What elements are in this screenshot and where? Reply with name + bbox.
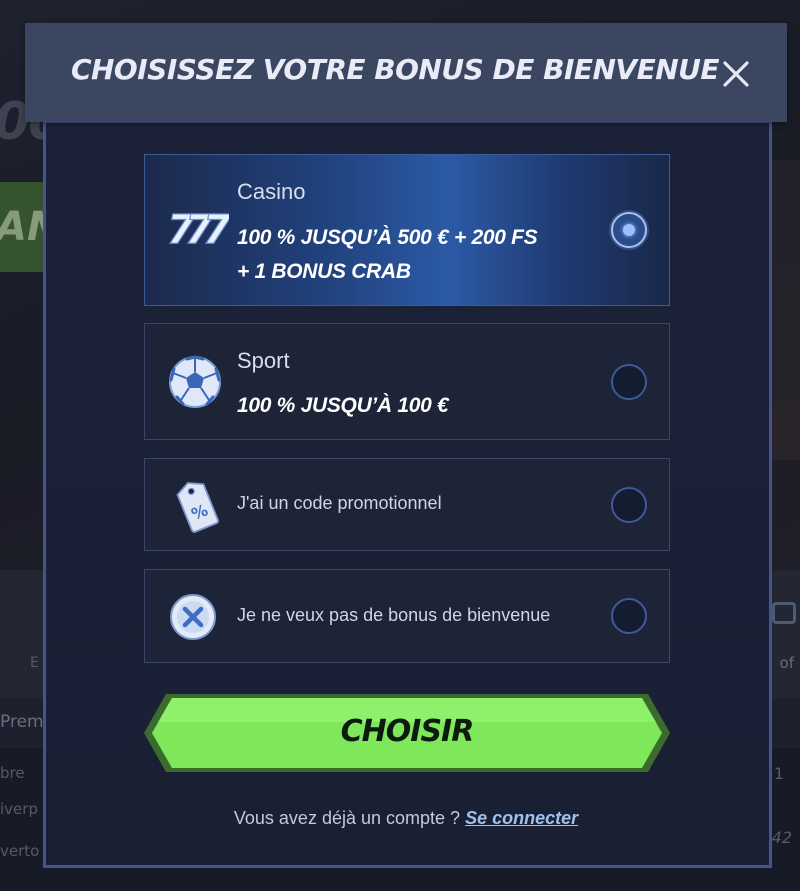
- casino-title: Casino: [237, 179, 306, 204]
- modal-title: CHOISISSEZ VOTRE BONUS DE BIENVENUE: [70, 53, 720, 86]
- promo-tag-icon: %: [176, 482, 219, 533]
- svg-text:7: 7: [203, 207, 229, 253]
- close-icon: [723, 61, 749, 87]
- no-bonus-radio[interactable]: [611, 598, 647, 634]
- casino-offer-line-1: 100 % JUSQU’À 500 € + 200 FS: [237, 226, 538, 249]
- choose-button-label: CHOISIR: [340, 714, 475, 749]
- login-prompt-text: Vous avez déjà un compte ?: [233, 808, 461, 828]
- bonus-option-promo-code[interactable]: % J'ai un code promotionnel: [144, 458, 670, 551]
- promo-code-radio[interactable]: [611, 487, 647, 523]
- bonus-option-sport[interactable]: Sport 100 % JUSQU’À 100 €: [144, 323, 670, 440]
- login-link[interactable]: Se connecter: [465, 808, 578, 828]
- no-bonus-label: Je ne veux pas de bonus de bienvenue: [237, 605, 551, 625]
- no-bonus-icon: [170, 594, 216, 640]
- slot-777-icon: 7 7 7: [167, 206, 229, 253]
- casino-radio[interactable]: [611, 212, 647, 248]
- modal-header: CHOISISSEZ VOTRE BONUS DE BIENVENUE: [25, 23, 787, 122]
- bonus-option-none[interactable]: Je ne veux pas de bonus de bienvenue: [144, 569, 670, 663]
- login-prompt: Vous avez déjà un compte ? Se connecter: [0, 808, 800, 829]
- sport-radio[interactable]: [611, 364, 647, 400]
- bonus-option-casino[interactable]: 7 7 7 Casino 100 % JUSQU’À 500 € + 200 F…: [144, 154, 670, 306]
- choose-button[interactable]: CHOISIR: [144, 692, 670, 774]
- casino-offer-line-2: + 1 BONUS CRAB: [237, 260, 411, 283]
- sport-offer: 100 % JUSQU’À 100 €: [237, 394, 449, 417]
- promo-code-label: J'ai un code promotionnel: [237, 493, 442, 513]
- sport-title: Sport: [237, 348, 290, 373]
- close-button[interactable]: [718, 56, 754, 92]
- soccer-ball-icon: [169, 355, 221, 408]
